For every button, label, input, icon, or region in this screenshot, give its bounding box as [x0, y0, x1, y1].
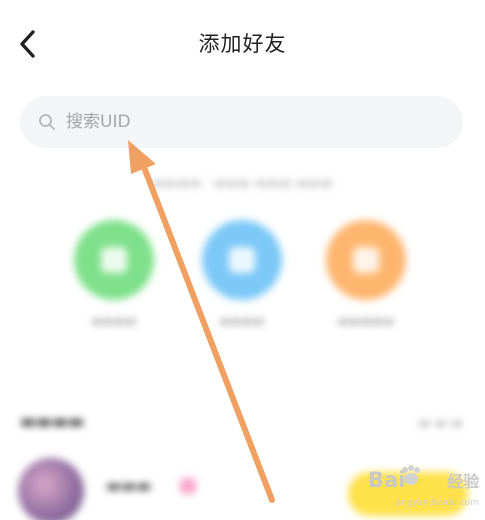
quick-action-2-icon	[229, 247, 255, 273]
search-icon	[39, 114, 55, 130]
quick-action-1[interactable]: ▬▬▬▬	[64, 220, 164, 328]
quick-action-3-label: ▬▬▬▬▬	[337, 314, 395, 328]
watermark-url: jingyan.baidu.com	[396, 498, 480, 508]
quick-action-3-icon	[353, 247, 379, 273]
quick-action-2-label: ▬▬▬▬	[219, 314, 265, 328]
page-title: 添加好友	[198, 32, 287, 56]
quick-action-1-icon	[101, 247, 127, 273]
add-friend-screen: 添加好友 ▬▬▬▬ · ▬▬▬ ▬▬▬ ▬▬▬ ▬▬▬▬ ▬▬▬▬ ▬▬▬▬	[0, 0, 485, 520]
watermark-text: Bai 经验	[368, 468, 480, 492]
badge-icon	[180, 478, 196, 494]
my-id-hint: ▬▬▬▬ · ▬▬▬ ▬▬▬ ▬▬▬	[152, 176, 333, 191]
search-bar[interactable]	[20, 96, 463, 148]
friend-name: ▬▬▬	[106, 476, 152, 495]
section-title: ▬▬▬▬	[20, 412, 85, 432]
section-more[interactable]: ▬ ▬ ▬	[418, 416, 463, 431]
search-input[interactable]	[64, 111, 428, 133]
avatar[interactable]	[18, 458, 84, 520]
header: 添加好友	[0, 0, 485, 90]
quick-action-3[interactable]: ▬▬▬▬▬	[316, 220, 416, 328]
watermark: Bai 经验 jingyan.baidu.com	[360, 462, 479, 514]
quick-action-2[interactable]: ▬▬▬▬	[192, 220, 292, 328]
quick-action-3-circle	[326, 220, 406, 300]
quick-action-1-label: ▬▬▬▬	[91, 314, 137, 328]
quick-action-2-circle	[202, 220, 282, 300]
quick-action-1-circle	[74, 220, 154, 300]
